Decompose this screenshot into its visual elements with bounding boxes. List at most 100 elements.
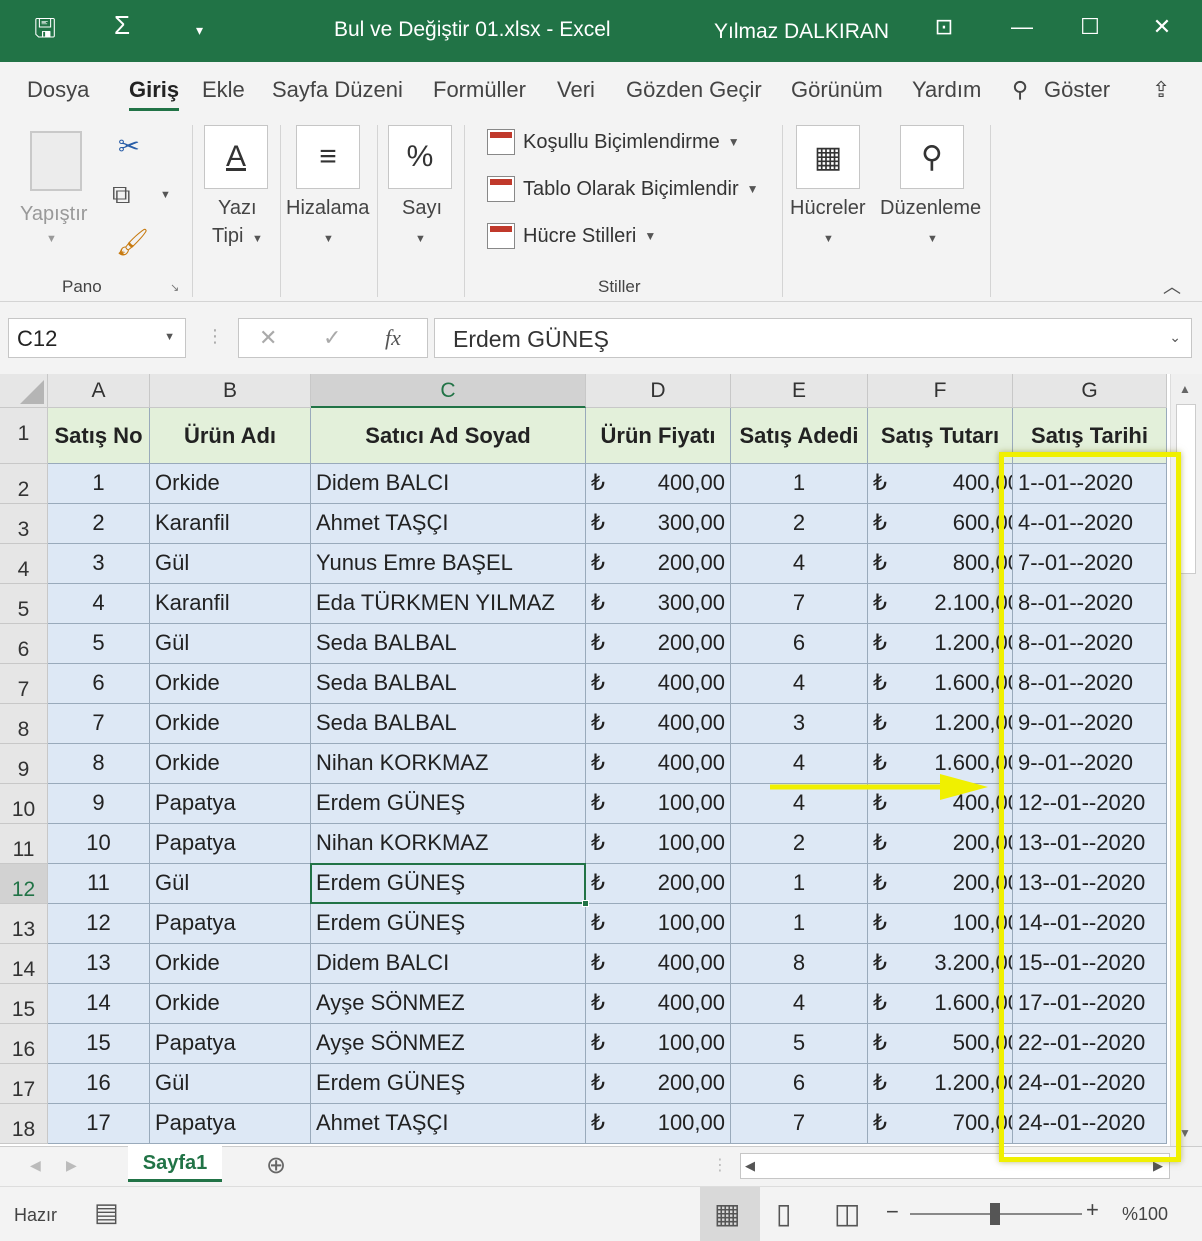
data-cell[interactable]: 12--01--2020 bbox=[1013, 784, 1167, 824]
paste-dropdown-icon[interactable]: ▼ bbox=[46, 233, 57, 245]
tab-tell-me[interactable]: Göster bbox=[1044, 77, 1110, 103]
data-cell[interactable]: ₺ 200,00 bbox=[868, 824, 1013, 864]
tab-help[interactable]: Yardım bbox=[912, 77, 981, 103]
data-cell[interactable]: Erdem GÜNEŞ bbox=[311, 784, 586, 824]
data-cell[interactable]: Papatya bbox=[150, 1024, 311, 1064]
column-header-d[interactable]: D bbox=[586, 374, 731, 408]
zoom-out-icon[interactable]: − bbox=[886, 1199, 899, 1225]
data-cell[interactable]: 12 bbox=[48, 904, 150, 944]
font-label-1[interactable]: Yazı bbox=[218, 197, 257, 220]
sheet-tab[interactable]: Sayfa1 bbox=[128, 1146, 222, 1182]
data-cell[interactable]: 1 bbox=[731, 904, 868, 944]
data-cell[interactable]: ₺ 400,00 bbox=[868, 784, 1013, 824]
row-header-16[interactable]: 16 bbox=[0, 1024, 48, 1064]
data-cell[interactable]: 14 bbox=[48, 984, 150, 1024]
data-cell[interactable]: Didem BALCI bbox=[311, 944, 586, 984]
insert-function-icon[interactable]: fx bbox=[385, 325, 401, 351]
row-header-14[interactable]: 14 bbox=[0, 944, 48, 984]
data-cell[interactable]: ₺ 600,00 bbox=[868, 504, 1013, 544]
data-cell[interactable]: Papatya bbox=[150, 784, 311, 824]
data-cell[interactable]: 15 bbox=[48, 1024, 150, 1064]
data-cell[interactable]: 15--01--2020 bbox=[1013, 944, 1167, 984]
data-cell[interactable]: Papatya bbox=[150, 1104, 311, 1144]
share-icon[interactable]: ⇪ bbox=[1152, 77, 1170, 103]
format-painter-icon[interactable]: 🖌 bbox=[116, 227, 149, 258]
row-header-12[interactable]: 12 bbox=[0, 864, 48, 904]
format-as-table-button[interactable]: Tablo Olarak Biçimlendir ▼ bbox=[487, 176, 759, 202]
data-cell[interactable]: Yunus Emre BAŞEL bbox=[311, 544, 586, 584]
dialog-launcher-icon[interactable]: ↘ bbox=[170, 281, 179, 294]
data-cell[interactable]: ₺ 1.600,00 bbox=[868, 984, 1013, 1024]
data-cell[interactable]: ₺ 1.200,00 bbox=[868, 1064, 1013, 1104]
cut-icon[interactable]: ✂ bbox=[118, 131, 140, 162]
data-cell[interactable]: Seda BALBAL bbox=[311, 624, 586, 664]
data-cell[interactable]: ₺ 100,00 bbox=[586, 1024, 731, 1064]
cells-label[interactable]: Hücreler bbox=[790, 197, 866, 220]
scroll-down-icon[interactable]: ▼ bbox=[1179, 1126, 1191, 1140]
enter-icon[interactable]: ✓ bbox=[323, 325, 341, 351]
data-cell[interactable]: 7--01--2020 bbox=[1013, 544, 1167, 584]
data-cell[interactable]: ₺ 400,00 bbox=[586, 464, 731, 504]
data-cell[interactable]: ₺ 1.200,00 bbox=[868, 704, 1013, 744]
close-icon[interactable]: ✕ bbox=[1142, 14, 1182, 40]
header-cell[interactable]: Satış Tarihi bbox=[1013, 408, 1167, 464]
data-cell[interactable]: Papatya bbox=[150, 904, 311, 944]
data-cell[interactable]: 3 bbox=[48, 544, 150, 584]
row-header-18[interactable]: 18 bbox=[0, 1104, 48, 1144]
data-cell[interactable]: ₺ 1.600,00 bbox=[868, 664, 1013, 704]
data-cell[interactable]: ₺ 1.200,00 bbox=[868, 624, 1013, 664]
normal-view-button[interactable]: ▦ bbox=[700, 1187, 760, 1241]
data-cell[interactable]: 22--01--2020 bbox=[1013, 1024, 1167, 1064]
scroll-right-icon[interactable]: ▶ bbox=[1153, 1158, 1163, 1174]
scroll-up-icon[interactable]: ▲ bbox=[1179, 382, 1191, 396]
data-cell[interactable]: Erdem GÜNEŞ bbox=[311, 1064, 586, 1104]
data-cell[interactable]: Orkide bbox=[150, 944, 311, 984]
row-header-7[interactable]: 7 bbox=[0, 664, 48, 704]
percent-icon[interactable]: % bbox=[388, 125, 452, 189]
data-cell[interactable]: 11 bbox=[48, 864, 150, 904]
column-header-e[interactable]: E bbox=[731, 374, 868, 408]
data-cell[interactable]: Ayşe SÖNMEZ bbox=[311, 1024, 586, 1064]
header-cell[interactable]: Ürün Fiyatı bbox=[586, 408, 731, 464]
data-cell[interactable]: 8--01--2020 bbox=[1013, 664, 1167, 704]
row-header-3[interactable]: 3 bbox=[0, 504, 48, 544]
data-cell[interactable]: 9--01--2020 bbox=[1013, 744, 1167, 784]
data-cell[interactable]: 8 bbox=[731, 944, 868, 984]
data-cell[interactable]: ₺ 300,00 bbox=[586, 504, 731, 544]
data-cell[interactable]: Karanfil bbox=[150, 584, 311, 624]
data-cell[interactable]: ₺ 400,00 bbox=[586, 744, 731, 784]
data-cell[interactable]: 4 bbox=[731, 744, 868, 784]
data-cell[interactable]: 1 bbox=[48, 464, 150, 504]
tab-home[interactable]: Giriş bbox=[129, 77, 180, 111]
data-cell[interactable]: Gül bbox=[150, 864, 311, 904]
data-cell[interactable]: Orkide bbox=[150, 664, 311, 704]
search-icon[interactable]: ⚲ bbox=[1012, 77, 1028, 103]
cancel-icon[interactable]: ✕ bbox=[259, 325, 277, 351]
data-cell[interactable]: Orkide bbox=[150, 984, 311, 1024]
data-cell[interactable]: 4--01--2020 bbox=[1013, 504, 1167, 544]
data-cell[interactable]: 17 bbox=[48, 1104, 150, 1144]
tab-file[interactable]: Dosya bbox=[27, 77, 89, 103]
data-cell[interactable]: Gül bbox=[150, 544, 311, 584]
cells-dropdown-icon[interactable]: ▼ bbox=[823, 233, 834, 245]
data-cell[interactable]: ₺ 700,00 bbox=[868, 1104, 1013, 1144]
data-cell[interactable]: 4 bbox=[731, 984, 868, 1024]
data-cell[interactable]: 13 bbox=[48, 944, 150, 984]
row-header-1[interactable]: 1 bbox=[0, 408, 48, 464]
save-icon[interactable]: 🖫 bbox=[34, 10, 56, 54]
data-cell[interactable]: 13--01--2020 bbox=[1013, 824, 1167, 864]
font-dropdown-icon[interactable]: ▼ bbox=[252, 233, 263, 245]
row-header-15[interactable]: 15 bbox=[0, 984, 48, 1024]
tab-formulas[interactable]: Formüller bbox=[433, 77, 526, 103]
header-cell[interactable]: Ürün Adı bbox=[150, 408, 311, 464]
data-cell[interactable]: ₺ 300,00 bbox=[586, 584, 731, 624]
header-cell[interactable]: Satış Adedi bbox=[731, 408, 868, 464]
data-cell[interactable]: Ahmet TAŞÇI bbox=[311, 1104, 586, 1144]
data-cell[interactable]: ₺ 200,00 bbox=[868, 864, 1013, 904]
data-cell[interactable]: Eda TÜRKMEN YILMAZ bbox=[311, 584, 586, 624]
paste-label[interactable]: Yapıştır bbox=[20, 203, 87, 226]
horizontal-scrollbar[interactable]: ◀ ▶ bbox=[740, 1153, 1170, 1179]
data-cell[interactable]: 1 bbox=[731, 464, 868, 504]
vertical-scrollbar[interactable]: ▲ ▼ bbox=[1170, 374, 1202, 1146]
data-cell[interactable]: 14--01--2020 bbox=[1013, 904, 1167, 944]
